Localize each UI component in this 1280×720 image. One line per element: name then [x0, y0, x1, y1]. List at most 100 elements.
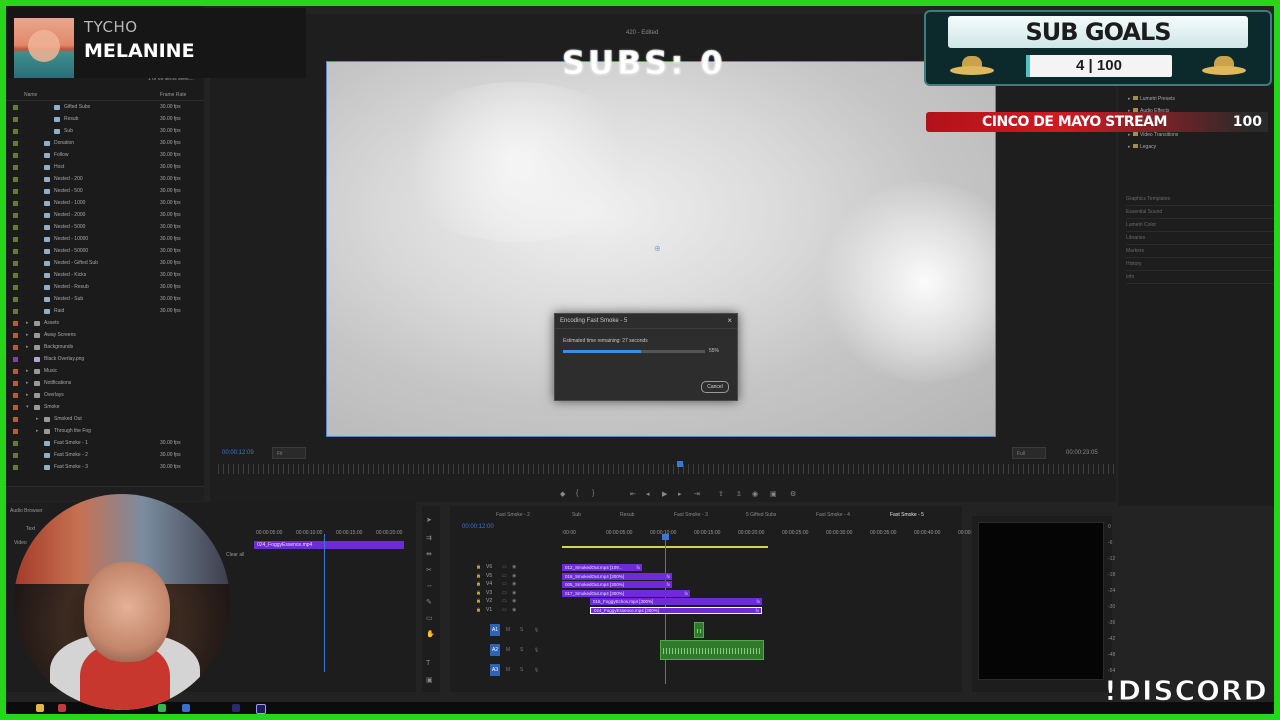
expand-chevron-right-icon[interactable]: ▸ [26, 392, 29, 398]
mute-button[interactable]: M [506, 627, 510, 633]
project-item[interactable]: ▾ Smoke [6, 402, 204, 414]
label-color-swatch[interactable] [13, 369, 18, 374]
expand-chevron-right-icon[interactable]: ▸ [36, 416, 39, 422]
project-item[interactable]: Nested - Sub 30.00 fps [6, 294, 204, 306]
label-color-swatch[interactable] [13, 417, 18, 422]
panel-section-tab[interactable]: Essential Sound [1126, 209, 1274, 219]
video-track-label[interactable]: V3 [486, 590, 492, 596]
sync-lock-icon[interactable]: ▭ [502, 598, 507, 604]
eye-icon[interactable]: ◉ [512, 607, 516, 613]
compare-icon[interactable]: ▣ [770, 490, 777, 498]
project-item[interactable]: Donation 30.00 fps [6, 138, 204, 150]
go-to-in-icon[interactable]: ⇤ [630, 490, 636, 498]
audio-clip[interactable] [694, 622, 704, 638]
media-encoder-icon[interactable] [232, 704, 240, 712]
quality-dropdown[interactable]: Full [1012, 447, 1046, 459]
project-item[interactable]: Nested - 500 30.00 fps [6, 186, 204, 198]
audio-track-label[interactable]: A1 [490, 624, 500, 636]
timeline-ruler[interactable]: :00:00 00:00:05:00 00:00:10:00 00:00:15:00 0… [558, 530, 984, 538]
eye-icon[interactable]: ◉ [512, 564, 516, 570]
video-clip[interactable]: 024_FoggyEssence.mp4 [300%] fx [590, 606, 762, 614]
label-color-swatch[interactable] [13, 297, 18, 302]
premiere-pro-icon[interactable] [256, 704, 266, 714]
video-track-label[interactable]: V6 [486, 564, 492, 570]
solo-button[interactable]: S [520, 627, 523, 633]
label-color-swatch[interactable] [13, 465, 18, 470]
timeline-tab[interactable]: Fast Smoke - 3 [674, 512, 708, 518]
label-color-swatch[interactable] [13, 225, 18, 230]
label-color-swatch[interactable] [13, 333, 18, 338]
step-back-icon[interactable]: ◂ [646, 490, 650, 498]
project-item[interactable]: ▸ Through the Fog [6, 426, 204, 438]
step-forward-icon[interactable]: ▸ [678, 490, 682, 498]
expand-chevron-right-icon[interactable]: ▸ [26, 344, 29, 350]
project-item[interactable]: ▸ Smoked Out [6, 414, 204, 426]
project-item[interactable]: Nested - 50000 30.00 fps [6, 246, 204, 258]
label-color-swatch[interactable] [13, 453, 18, 458]
go-to-out-icon[interactable]: ⇥ [694, 490, 700, 498]
label-color-swatch[interactable] [13, 357, 18, 362]
project-item[interactable]: Nested - Resub 30.00 fps [6, 282, 204, 294]
project-item[interactable]: Nested - Kicks 30.00 fps [6, 270, 204, 282]
close-icon[interactable]: × [727, 316, 732, 325]
timeline-tab[interactable]: Fast Smoke - 4 [816, 512, 850, 518]
slip-tool-icon[interactable]: ↔ [426, 582, 433, 589]
eye-icon[interactable]: ◉ [512, 598, 516, 604]
voiceover-record-icon[interactable]: 🎙 [534, 647, 539, 652]
project-item[interactable]: Follow 30.00 fps [6, 150, 204, 162]
lock-icon[interactable]: 🔒 [476, 564, 481, 569]
audio-track-label[interactable]: A2 [490, 644, 500, 656]
panel-section-tab[interactable]: Libraries [1126, 235, 1274, 245]
label-color-swatch[interactable] [13, 441, 18, 446]
project-item[interactable]: Nested - 200 30.00 fps [6, 174, 204, 186]
expand-chevron-right-icon[interactable]: ▸ [26, 368, 29, 374]
project-item[interactable]: ▸ Away Screens [6, 330, 204, 342]
selection-tool-icon[interactable]: ➤ [426, 516, 432, 524]
play-icon[interactable]: ▶ [662, 490, 667, 498]
project-item[interactable]: Nested - Gifted Sub 30.00 fps [6, 258, 204, 270]
hand-tool-icon[interactable]: ✋ [426, 630, 435, 638]
video-clip[interactable]: 012_SmokedOut.mp4 [109... fx [562, 564, 642, 571]
project-item[interactable]: ▸ Music [6, 366, 204, 378]
label-color-swatch[interactable] [13, 249, 18, 254]
rectangle-tool-icon[interactable]: ▭ [426, 614, 433, 622]
label-color-swatch[interactable] [13, 261, 18, 266]
export-frame-icon[interactable]: ◉ [752, 490, 758, 498]
lock-icon[interactable]: 🔒 [476, 607, 481, 612]
project-item[interactable]: Fast Smoke - 3 30.00 fps [6, 462, 204, 474]
label-color-swatch[interactable] [13, 309, 18, 314]
video-track-label[interactable]: V5 [486, 573, 492, 579]
panel-section-tab[interactable]: Lumetri Color [1126, 222, 1274, 232]
label-color-swatch[interactable] [13, 129, 18, 134]
project-item[interactable]: Host 30.00 fps [6, 162, 204, 174]
lift-icon[interactable]: ⇪ [718, 490, 724, 498]
label-color-swatch[interactable] [13, 393, 18, 398]
solo-button[interactable]: S [520, 667, 523, 673]
label-color-swatch[interactable] [13, 405, 18, 410]
timeline-tab[interactable]: Resub [620, 512, 634, 518]
video-clip[interactable]: 016_FoggyEchos.mp4 [300%] fx [590, 598, 762, 605]
label-color-swatch[interactable] [13, 213, 18, 218]
sync-lock-icon[interactable]: ▭ [502, 573, 507, 579]
project-item[interactable]: Resub 30.00 fps [6, 114, 204, 126]
source-playhead[interactable] [324, 534, 325, 672]
source-clip[interactable]: 024_FoggyEssence.mp4 [254, 541, 404, 549]
sync-lock-icon[interactable]: ▭ [502, 564, 507, 570]
video-clip[interactable]: 016_SmokedOut.mp4 [300%] fx [562, 572, 672, 580]
effects-folder[interactable]: ▸ Legacy [1128, 144, 1156, 150]
expand-chevron-right-icon[interactable]: ▸ [26, 332, 29, 338]
effects-folder[interactable]: ▸ Video Transitions [1128, 132, 1178, 138]
razor-tool-icon[interactable]: ✂ [426, 566, 432, 574]
project-item[interactable]: Raid 30.00 fps [6, 306, 204, 318]
audio-clip[interactable] [660, 640, 764, 660]
video-clip[interactable]: 005_SmokedOut.mp4 [300%] fx [562, 581, 672, 588]
panel-section-tab[interactable]: Info [1126, 274, 1274, 284]
label-color-swatch[interactable] [13, 429, 18, 434]
lock-icon[interactable]: 🔒 [476, 590, 481, 595]
project-item[interactable]: Nested - 1000 30.00 fps [6, 198, 204, 210]
expand-chevron-right-icon[interactable]: ▸ [1128, 144, 1131, 150]
label-color-swatch[interactable] [13, 189, 18, 194]
lock-icon[interactable]: 🔒 [476, 573, 481, 578]
expand-chevron-right-icon[interactable]: ▸ [36, 428, 39, 434]
file-explorer-icon[interactable] [36, 704, 44, 712]
